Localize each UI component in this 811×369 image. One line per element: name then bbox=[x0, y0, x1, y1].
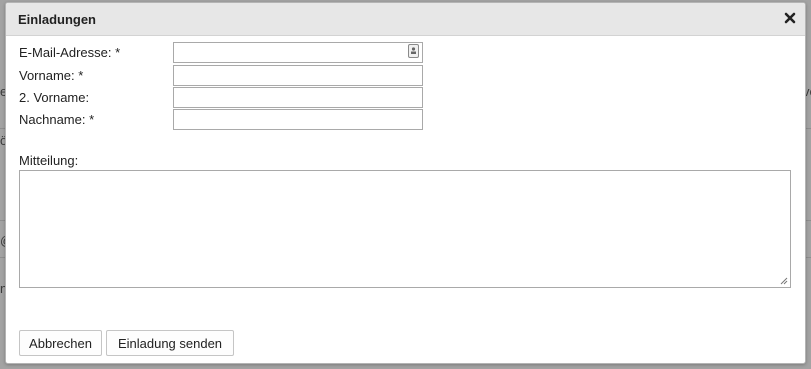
dialog-title: Einladungen bbox=[18, 12, 96, 27]
send-invitation-button[interactable]: Einladung senden bbox=[106, 330, 234, 356]
email-field-wrapper bbox=[173, 42, 423, 63]
cancel-button[interactable]: Abbrechen bbox=[19, 330, 102, 356]
message-label: Mitteilung: bbox=[19, 153, 79, 168]
email-label: E-Mail-Adresse: * bbox=[19, 45, 121, 60]
firstname-field[interactable] bbox=[173, 65, 423, 86]
middlename-field[interactable] bbox=[173, 87, 423, 108]
dialog-header: Einladungen bbox=[6, 3, 805, 36]
contact-card-icon[interactable] bbox=[408, 44, 419, 58]
close-button[interactable] bbox=[783, 11, 797, 25]
lastname-label: Nachname: * bbox=[19, 112, 95, 127]
message-textarea[interactable] bbox=[19, 170, 791, 288]
firstname-label: Vorname: * bbox=[19, 68, 84, 83]
invitation-dialog: Einladungen E-Mail-Adresse: * Vorname: *… bbox=[5, 2, 806, 364]
resize-grip-icon[interactable] bbox=[780, 277, 788, 285]
close-icon bbox=[784, 12, 796, 24]
middlename-label: 2. Vorname: bbox=[19, 90, 90, 105]
lastname-field[interactable] bbox=[173, 109, 423, 130]
email-field[interactable] bbox=[173, 42, 423, 63]
